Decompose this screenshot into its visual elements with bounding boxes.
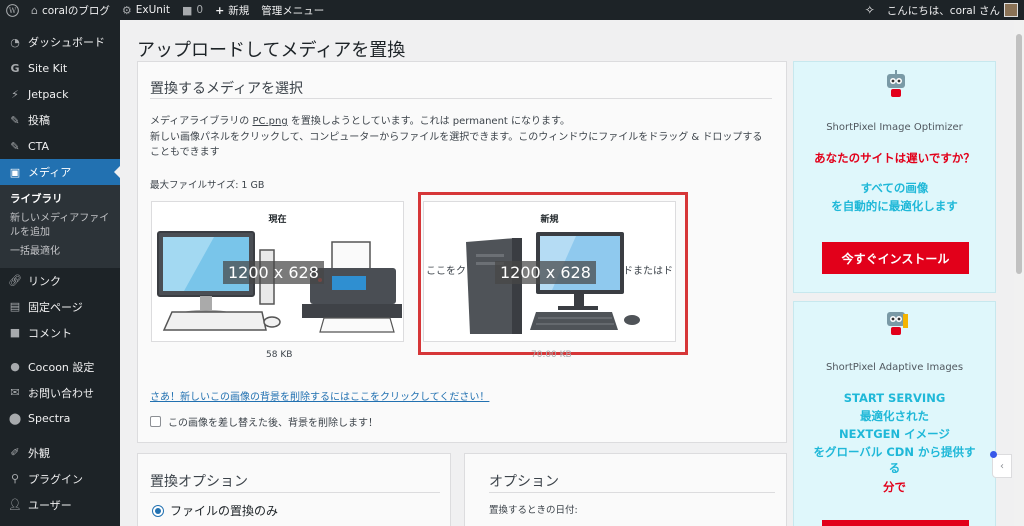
plus-icon: + bbox=[215, 3, 225, 17]
exunit-link[interactable]: ⚙ ExUnit bbox=[116, 0, 176, 20]
svg-text:W: W bbox=[9, 6, 17, 15]
jetpack-icon: ⚡ bbox=[11, 87, 19, 101]
ad-line-1: すべての画像 bbox=[860, 181, 929, 195]
brush-icon: ✐ bbox=[10, 446, 20, 460]
spectra-icon: ⬤ bbox=[8, 412, 22, 426]
pin-icon: ✎ bbox=[10, 139, 20, 153]
sidebar-item-sitekit[interactable]: G Site Kit bbox=[0, 55, 120, 81]
ad-cta-button[interactable] bbox=[822, 520, 969, 526]
shortpixel-optimizer-ad: ShortPixel Image Optimizer あなたのサイトは遅いですか… bbox=[793, 61, 996, 293]
new-file-size: 70.00 KB bbox=[531, 350, 572, 360]
submenu-bulk-optimize[interactable]: 一括最適化 bbox=[0, 242, 120, 262]
sitekit-icon: G bbox=[10, 61, 20, 75]
chevron-left-icon: ‹ bbox=[1000, 460, 1004, 472]
ad-line-6: 分で bbox=[883, 480, 906, 494]
sidebar-item-dashboard[interactable]: ◔ ダッシュボード bbox=[0, 29, 120, 55]
notification-dot bbox=[990, 451, 997, 458]
sidebar-item-cocoon[interactable]: ● Cocoon 設定 bbox=[0, 354, 120, 380]
pin-icon: ✎ bbox=[10, 113, 20, 127]
admin-sidebar: ◔ ダッシュボード G Site Kit ⚡ Jetpack ✎ 投稿 ✎ CTA ▣ メデ… bbox=[0, 20, 120, 526]
sidebar-item-plugins[interactable]: ⚲ プラグイン bbox=[0, 466, 120, 492]
new-dimensions-badge: 1200 x 628 bbox=[495, 261, 596, 284]
replace-options-heading: 置換オプション bbox=[150, 474, 248, 490]
shortpixel-adaptive-ad: ShortPixel Adaptive Images START SERVING… bbox=[793, 301, 996, 526]
replace-date-label: 置換するときの日付: bbox=[489, 505, 578, 516]
sidebar-item-spectra[interactable]: ⬤ Spectra bbox=[0, 406, 120, 432]
ad-line-2: 最適化された bbox=[860, 409, 929, 423]
page-title: アップロードしてメディアを置換 bbox=[137, 40, 406, 61]
new-content-link[interactable]: + 新規 bbox=[209, 0, 255, 20]
submenu-library[interactable]: ライブラリ bbox=[0, 189, 120, 209]
divider bbox=[150, 98, 772, 99]
media-icon: ▣ bbox=[9, 165, 21, 179]
submenu-add-new[interactable]: 新しいメディアファイルを追加 bbox=[0, 209, 120, 242]
scrollbar-thumb[interactable] bbox=[1016, 34, 1022, 274]
sidebar-item-users[interactable]: 👤︎ ユーザー bbox=[0, 492, 120, 518]
ai-sparkle-button[interactable]: ✧ bbox=[859, 0, 881, 20]
current-image-panel: 現在 1200 x 628 bbox=[151, 201, 404, 342]
media-submenu: ライブラリ 新しいメディアファイルを追加 一括最適化 bbox=[0, 185, 120, 268]
avatar bbox=[1004, 3, 1018, 17]
select-media-heading: 置換するメディアを選択 bbox=[150, 81, 304, 97]
current-file-size: 58 KB bbox=[266, 350, 293, 360]
page-icon: ▤ bbox=[9, 300, 21, 314]
file-name: PC.png bbox=[252, 116, 288, 127]
sidebar-item-posts[interactable]: ✎ 投稿 bbox=[0, 107, 120, 133]
sidebar-item-cta[interactable]: ✎ CTA bbox=[0, 133, 120, 159]
sidebar-item-appearance[interactable]: ✐ 外観 bbox=[0, 440, 120, 466]
mail-icon: ✉ bbox=[10, 386, 20, 400]
select-media-panel: 置換するメディアを選択 メディアライブラリの PC.png を置換しようとしてい… bbox=[137, 61, 787, 443]
divider bbox=[150, 492, 440, 493]
plugin-icon: ⚲ bbox=[10, 472, 20, 486]
admin-bar: W ⌂ coralのブログ ⚙ ExUnit ■ 0 + 新規 管理メニュー ✧… bbox=[0, 0, 1024, 20]
home-icon: ⌂ bbox=[31, 3, 38, 17]
wordpress-logo-button[interactable]: W bbox=[0, 0, 25, 20]
site-name-link[interactable]: ⌂ coralのブログ bbox=[25, 0, 116, 20]
ad-line-4: をグローバル CDN から提供す bbox=[813, 445, 976, 459]
replace-options-panel: 置換オプション ファイルの置換のみ bbox=[137, 453, 451, 526]
remove-background-option[interactable]: この画像を差し替えた後、背景を削除します！ bbox=[150, 414, 378, 429]
dashboard-icon: ◔ bbox=[10, 35, 20, 49]
admin-menu-link[interactable]: 管理メニュー bbox=[255, 0, 330, 20]
ad-line-1: START SERVING bbox=[843, 391, 946, 405]
ad-product-name: ShortPixel Image Optimizer bbox=[826, 122, 963, 133]
comment-icon: ■ bbox=[9, 326, 21, 340]
shortpixel-robot-icon bbox=[887, 70, 905, 97]
max-file-size: 最大ファイルサイズ: 1 GB bbox=[150, 180, 265, 191]
replace-file-only-option[interactable]: ファイルの置換のみ bbox=[152, 502, 278, 519]
replace-info-text: メディアライブラリの PC.png を置換しようとしています。これは perma… bbox=[150, 116, 763, 158]
ad-question: あなたのサイトは遅いですか？ bbox=[814, 151, 975, 165]
divider bbox=[489, 492, 775, 493]
sidebar-item-comments[interactable]: ■ コメント bbox=[0, 320, 120, 346]
current-dimensions-badge: 1200 x 628 bbox=[223, 261, 324, 284]
sidebar-item-pages[interactable]: ▤ 固定ページ bbox=[0, 294, 120, 320]
comments-link[interactable]: ■ 0 bbox=[176, 0, 209, 20]
user-icon: 👤︎ bbox=[8, 498, 22, 512]
remove-background-checkbox[interactable] bbox=[150, 416, 161, 427]
sidebar-item-contact[interactable]: ✉ お問い合わせ bbox=[0, 380, 120, 406]
replace-file-only-radio[interactable] bbox=[152, 504, 164, 517]
my-account-link[interactable]: こんにちは、coral さん bbox=[881, 0, 1024, 20]
new-image-dropzone[interactable]: 新規 ここをク ドまたはド 1200 x 628 bbox=[423, 201, 676, 342]
sparkle-icon: ✧ bbox=[864, 3, 875, 17]
ad-line-3: NEXTGEN イメージ bbox=[839, 427, 950, 441]
options-heading: オプション bbox=[489, 474, 559, 490]
ad-line-5: る bbox=[888, 461, 901, 475]
shortpixel-robot-icon bbox=[887, 312, 908, 335]
sidebar-item-jetpack[interactable]: ⚡ Jetpack bbox=[0, 81, 120, 107]
exunit-icon: ⚙ bbox=[121, 3, 132, 17]
options-panel: オプション 置換するときの日付: bbox=[464, 453, 787, 526]
sidebar-item-media[interactable]: ▣ メディア bbox=[0, 159, 120, 185]
remove-background-link[interactable]: さあ！新しいこの画像の背景を削除するにはここをクリックしてください！ bbox=[150, 388, 489, 403]
link-icon: 🔗︎ bbox=[8, 274, 22, 288]
ad-line-2: を自動的に最適化します bbox=[831, 199, 958, 213]
install-now-button[interactable]: 今すぐインストール bbox=[822, 242, 969, 274]
wordpress-icon: W bbox=[6, 3, 19, 17]
ad-product-name: ShortPixel Adaptive Images bbox=[825, 362, 964, 373]
comment-icon: ■ bbox=[181, 3, 193, 17]
sidebar-item-links[interactable]: 🔗︎ リンク bbox=[0, 268, 120, 294]
circle-icon: ● bbox=[10, 360, 20, 374]
